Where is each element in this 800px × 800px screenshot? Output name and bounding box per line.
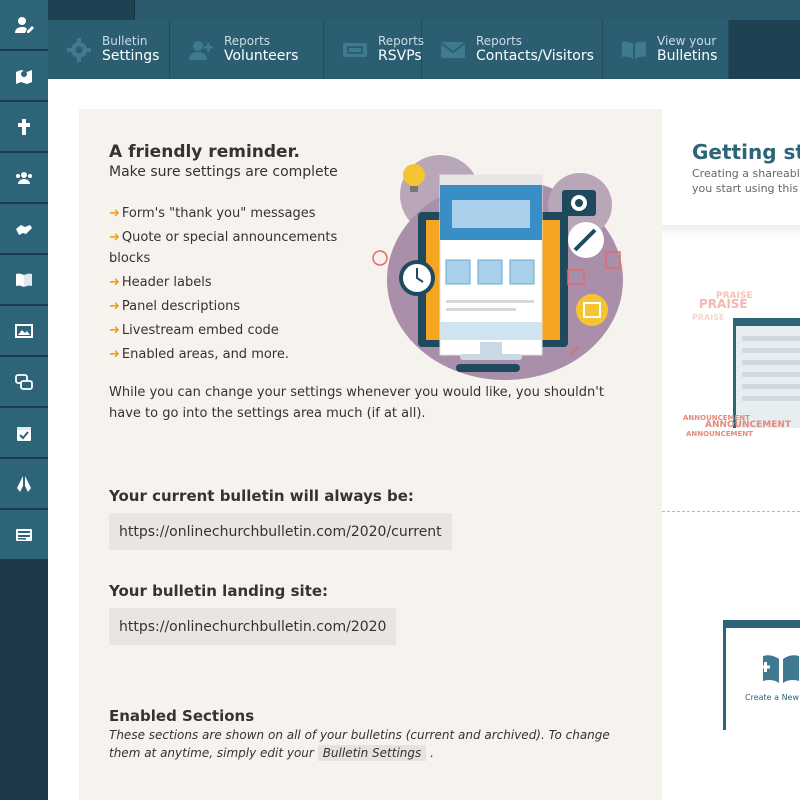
map-icon [16,69,32,84]
sidebar-item-handshake[interactable] [0,204,48,254]
calendar-check-icon [17,426,31,441]
sidebar-item-edit-user[interactable] [0,0,48,50]
tab-reports-contacts[interactable]: Reports Contacts/Visitors [422,20,603,79]
arrow-right-icon: ➜ [109,230,120,245]
tab-bulletin-settings[interactable]: Bulletin Settings [48,20,170,79]
sidebar-item-map[interactable] [0,51,48,101]
tab-view-bulletins[interactable]: View your Bulletins [603,20,729,79]
tab-reports-volunteers[interactable]: Reports Volunteers [170,20,324,79]
book-open-icon [621,37,647,63]
tab-big-label: Volunteers [224,48,299,65]
image-icon [15,323,33,338]
sidebar-item-users[interactable] [0,153,48,203]
list-item: ➜ Enabled areas, and more. [109,345,349,366]
gear-icon [66,37,92,63]
enabled-desc-end: . [430,745,434,760]
list-item-text: Enabled areas, and more. [121,346,289,362]
list-item: ➜ Livestream embed code [109,321,349,342]
list-item: ➜ Form's "thank you" messages [109,204,349,225]
chat-icon [15,373,33,390]
dashed-divider [662,511,800,512]
praise-word: PRAISE [692,313,725,322]
list-item-text: Panel descriptions [121,298,241,314]
current-bulletin-url[interactable]: https://onlinechurchbulletin.com/2020/cu… [109,513,452,550]
sidebar [0,0,48,800]
enabled-sections-desc: These sections are shown on all of your … [109,727,639,762]
cross-icon [18,118,30,135]
settings-paragraph: While you can change your settings whene… [109,385,604,421]
tab-small-label: Reports [224,33,271,48]
tab-big-label: Bulletins [657,48,718,65]
landing-site-url[interactable]: https://onlinechurchbulletin.com/2020 [109,608,397,645]
arrow-right-icon: ➜ [109,298,120,314]
ticket-icon [342,37,368,63]
announcement-word: ANNOUNCEMENT [705,420,792,430]
reminder-subtitle: Make sure settings are complete [109,164,338,180]
tab-big-label: Settings [102,48,160,65]
handshake-icon [16,224,32,235]
tab-small-label: View your [657,33,717,48]
settings-checklist: ➜ Form's "thank you" messages ➜ Quote or s… [109,204,349,369]
arrow-right-icon: ➜ [109,346,120,362]
topbar-filler [729,20,800,79]
arrow-right-icon: ➜ [109,206,120,221]
sidebar-item-list[interactable] [0,510,48,560]
panel-separator [662,225,800,237]
tab-small-label: Reports [378,33,425,48]
book-icon [16,273,32,287]
arrow-right-icon: ➜ [109,274,120,290]
tab-big-label: Contacts/Visitors [476,48,594,65]
tab-small-label: Bulletin [102,33,148,48]
getting-started-line: you start using this [692,182,799,195]
announcement-word: ANNOUNCEMENT [686,430,753,438]
topbar: Bulletin Settings Reports Volunteers Repor… [48,20,800,79]
current-bulletin-label: Your current bulletin will always be: [109,487,414,505]
book-plus-icon [761,655,799,683]
list-item-text: Header labels [121,274,212,290]
praying-hands-icon [17,475,31,492]
sidebar-item-chat[interactable] [0,357,48,407]
list-item-text: Quote or special announcements blocks [109,230,338,266]
tab-reports-rsvps[interactable]: Reports RSVPs [324,20,425,79]
sidebar-item-book[interactable] [0,255,48,305]
users-icon [16,171,32,184]
list-item-text: Livestream embed code [121,322,279,338]
list-item: ➜ Panel descriptions [109,297,349,318]
tab-big-label: RSVPs [378,48,422,65]
arrow-right-icon: ➜ [109,322,120,338]
preview-screenshot [733,318,800,428]
user-plus-icon [188,37,214,63]
getting-started-line: Creating a shareabl [692,167,800,180]
sidebar-item-calendar[interactable] [0,408,48,458]
create-bulletin-label: Create a New Bull [745,693,800,702]
list-item: ➜ Quote or special announcements blocks [109,228,349,269]
envelope-icon [440,37,466,63]
user-edit-icon [15,16,34,33]
create-bulletin-preview [723,620,800,730]
sidebar-item-images[interactable] [0,306,48,356]
list-item: ➜ Header labels [109,273,349,294]
list-item-text: Form's "thank you" messages [121,206,316,221]
tab-small-label: Reports [476,33,523,48]
enabled-sections-title: Enabled Sections [109,707,255,725]
sidebar-item-prayer[interactable] [0,459,48,509]
bulletin-settings-link[interactable]: Bulletin Settings [317,744,427,761]
settings-illustration [372,155,623,380]
list-icon [16,528,32,541]
sidebar-item-cross[interactable] [0,102,48,152]
reminder-title: A friendly reminder. [109,142,300,162]
topbar-strip [48,0,800,20]
praise-word: PRAISE [699,297,748,311]
getting-started-subtitle: Creating a shareabl you start using this [692,166,800,196]
landing-site-label: Your bulletin landing site: [109,582,329,600]
getting-started-title: Getting star [692,140,800,164]
